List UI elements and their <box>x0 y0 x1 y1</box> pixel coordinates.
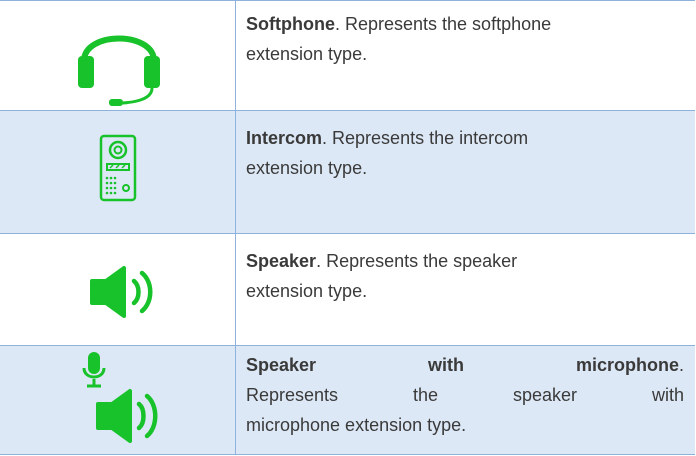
table-row: Speaker with microphone. Represents the … <box>0 345 695 455</box>
speaker-icon <box>90 266 153 318</box>
row-title: Softphone <box>246 14 335 34</box>
icon-cell <box>0 1 236 110</box>
table-row: Softphone. Represents the softphone exte… <box>0 0 695 110</box>
icon-cell <box>0 346 236 454</box>
row-title-word: with <box>428 355 465 375</box>
intercom-icon <box>99 134 137 202</box>
row-title: Speaker <box>246 251 317 271</box>
icon-cell <box>0 111 236 233</box>
speaker-microphone-icon <box>82 352 158 443</box>
row-title-word: Speaker <box>246 355 317 375</box>
row-description: Softphone. Represents the softphone exte… <box>246 14 552 64</box>
headset-icon <box>78 35 160 106</box>
table-row: Speaker. Represents the speaker extensio… <box>0 233 695 345</box>
row-description: Intercom. Represents the intercom extens… <box>246 128 529 178</box>
extension-type-table: Softphone. Represents the softphone exte… <box>0 0 695 455</box>
row-title-word: microphone <box>575 355 679 375</box>
icon-cell <box>0 234 236 345</box>
row-description: Speaker. Represents the speaker extensio… <box>246 251 518 301</box>
table-row: Intercom. Represents the intercom extens… <box>0 110 695 233</box>
row-description: Speaker with microphone. Represents the … <box>246 355 684 435</box>
row-title: Intercom <box>246 128 323 148</box>
